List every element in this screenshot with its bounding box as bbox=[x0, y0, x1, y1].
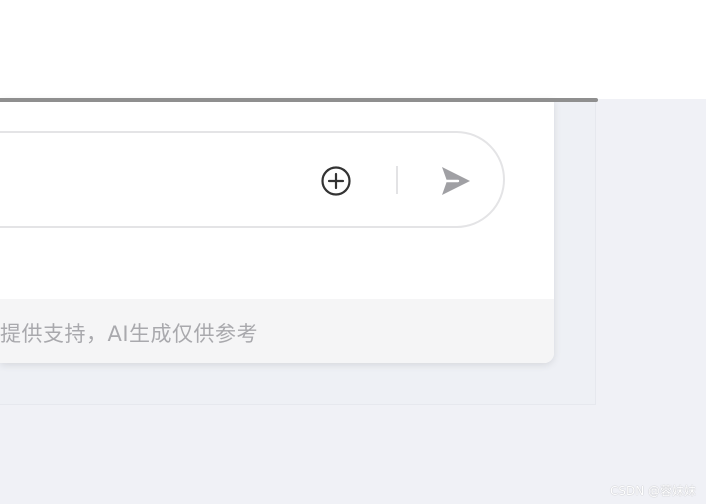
send-button[interactable] bbox=[438, 164, 472, 198]
ai-disclaimer-text: 提供支持，AI生成仅供参考 bbox=[0, 322, 259, 346]
watermark-text: CSDN @蓉妹妹 bbox=[609, 484, 696, 498]
chat-input-card: 提供支持，AI生成仅供参考 bbox=[0, 99, 554, 363]
toolbar-divider bbox=[396, 166, 398, 194]
paper-plane-icon bbox=[442, 167, 470, 195]
footer-bar: 提供支持，AI生成仅供参考 bbox=[0, 299, 554, 363]
chat-message-input[interactable] bbox=[12, 133, 236, 228]
chat-input-box[interactable] bbox=[0, 131, 505, 228]
top-area bbox=[0, 0, 706, 99]
circle-plus-icon bbox=[321, 166, 351, 196]
top-divider-line bbox=[0, 98, 598, 102]
add-attachment-button[interactable] bbox=[320, 165, 352, 197]
